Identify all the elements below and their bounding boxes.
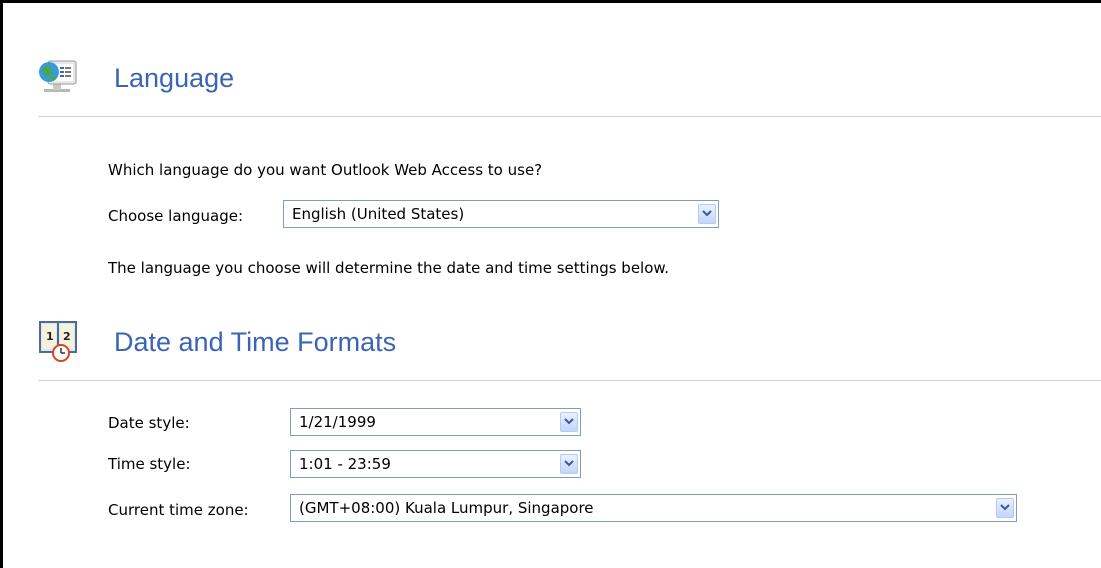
date-style-value: 1/21/1999 xyxy=(299,413,376,431)
language-select[interactable]: English (United States) xyxy=(283,200,719,228)
calendar-clock-icon: 1 2 xyxy=(38,319,82,363)
choose-language-label: Choose language: xyxy=(108,207,244,225)
datetime-divider xyxy=(38,380,1101,381)
language-section-header: Language xyxy=(38,55,1101,107)
language-title: Language xyxy=(114,63,235,93)
datetime-section-header: 1 2 Date and Time Formats xyxy=(38,319,1101,371)
datetime-title: Date and Time Formats xyxy=(114,327,397,357)
time-style-select[interactable]: 1:01 - 23:59 xyxy=(290,450,581,478)
timezone-label: Current time zone: xyxy=(108,501,249,519)
time-style-value: 1:01 - 23:59 xyxy=(299,455,391,473)
chevron-down-icon[interactable] xyxy=(996,498,1014,518)
date-style-label: Date style: xyxy=(108,414,190,432)
language-divider xyxy=(38,116,1101,117)
chevron-down-icon[interactable] xyxy=(560,412,578,432)
timezone-value: (GMT+08:00) Kuala Lumpur, Singapore xyxy=(299,499,594,517)
timezone-select[interactable]: (GMT+08:00) Kuala Lumpur, Singapore xyxy=(290,494,1017,522)
chevron-down-icon[interactable] xyxy=(698,204,716,224)
language-note: The language you choose will determine t… xyxy=(108,259,670,277)
globe-monitor-icon xyxy=(38,55,82,99)
language-question: Which language do you want Outlook Web A… xyxy=(108,161,543,179)
chevron-down-icon[interactable] xyxy=(560,454,578,474)
date-style-select[interactable]: 1/21/1999 xyxy=(290,408,581,436)
svg-text:1: 1 xyxy=(46,330,54,343)
language-select-value: English (United States) xyxy=(292,205,465,223)
svg-text:2: 2 xyxy=(63,330,71,343)
time-style-label: Time style: xyxy=(108,455,191,473)
